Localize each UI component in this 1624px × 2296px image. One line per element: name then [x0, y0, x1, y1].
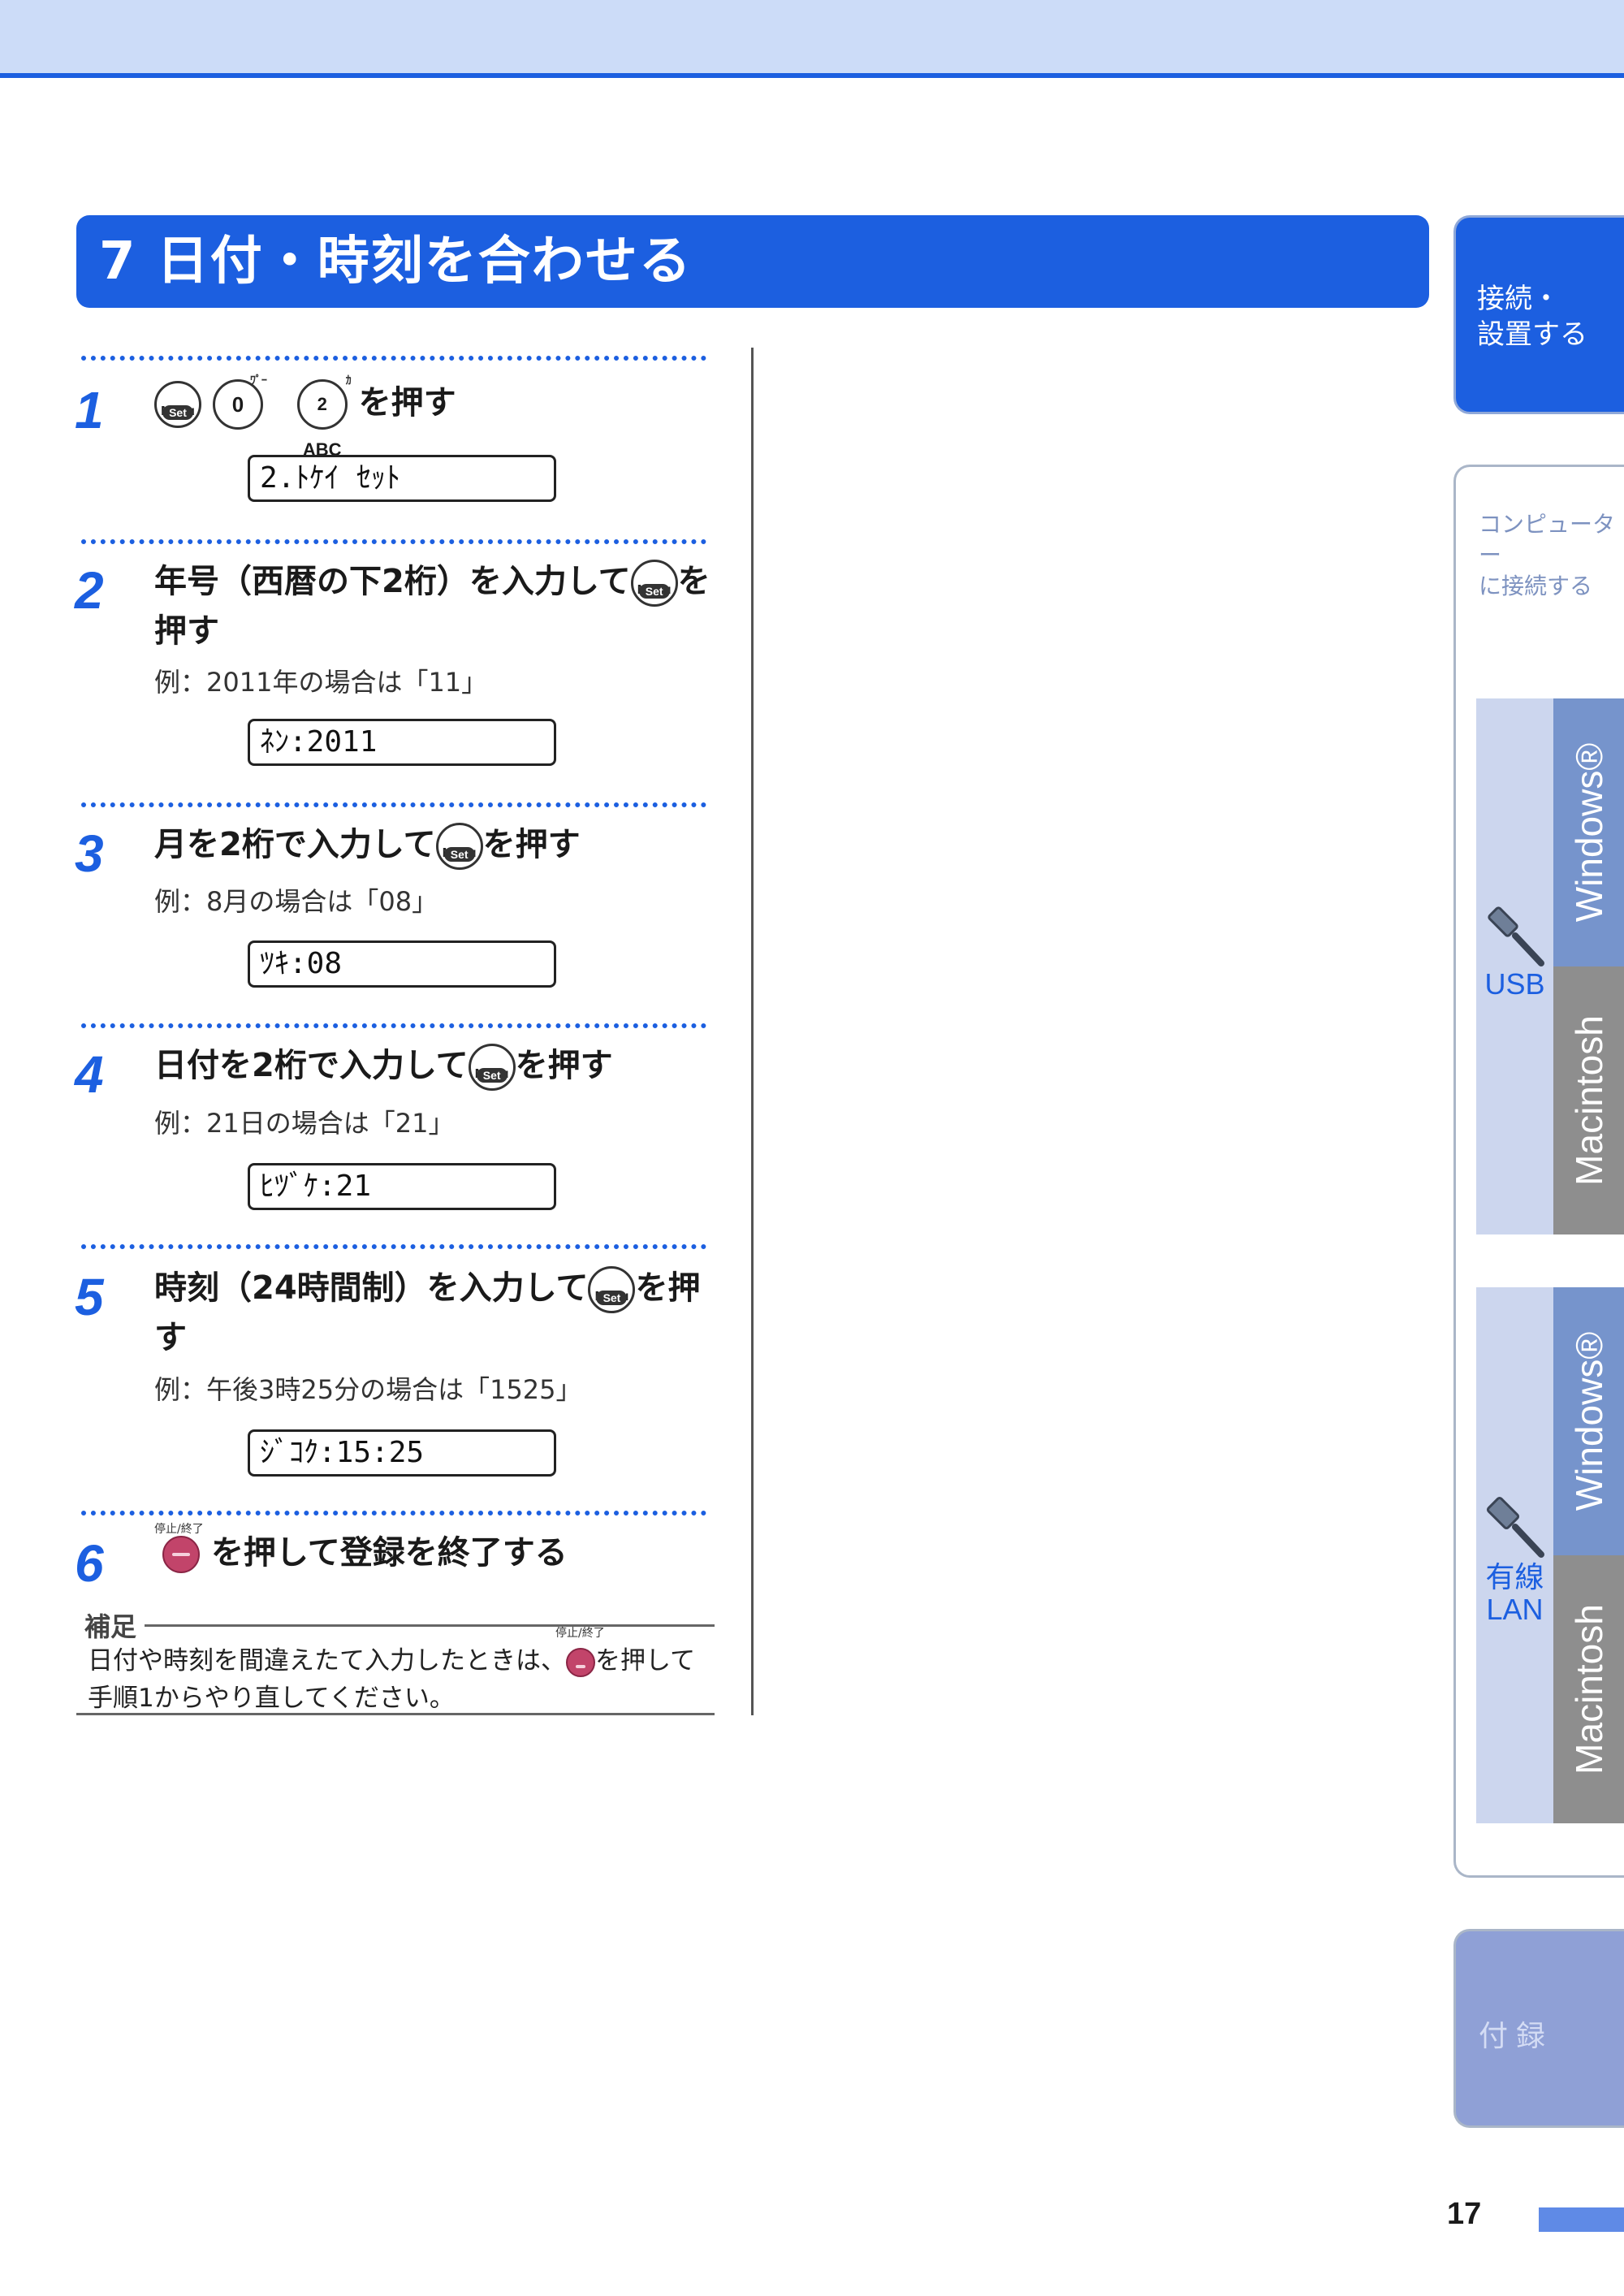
header-rule	[0, 73, 1624, 78]
lan-macintosh-tab[interactable]: Macintosh	[1553, 1555, 1624, 1823]
note-bottom-rule	[76, 1713, 715, 1715]
tab-appendix[interactable]: 付録	[1453, 1929, 1624, 2128]
lcd-display: ﾂｷ:08	[248, 940, 556, 988]
usb-windows-tab[interactable]: Windows®	[1553, 698, 1624, 966]
stop-key-label: 停止/終了	[555, 1627, 605, 1640]
menu-set-key-icon: MenuSet	[468, 1044, 516, 1091]
step-4-text: 日付を2桁で入力してMenuSetを押す	[154, 1041, 613, 1091]
step-number: 2	[75, 561, 104, 620]
step-divider	[81, 802, 706, 807]
menu-set-key-icon: MenuSet	[154, 381, 201, 428]
step-number: 4	[75, 1045, 104, 1104]
step-divider	[81, 1023, 706, 1028]
step-5-text: 時刻（24時間制）を入力してMenuSetを押 す	[154, 1264, 700, 1362]
page-number-bar	[1539, 2207, 1624, 2232]
lcd-display: ﾈﾝ:2011	[248, 719, 556, 766]
menu-set-key-icon: MenuSet	[588, 1266, 636, 1313]
lan-cable-icon	[1486, 1496, 1544, 1558]
step-number: 3	[75, 824, 104, 883]
supplement-text: 日付や時刻を間違えたて入力したときは、 を押して 手順1からやり直してください。	[88, 1646, 696, 1713]
menu-set-key-icon: MenuSet	[630, 560, 678, 607]
section-number: 7	[99, 231, 137, 292]
supplement-note: 補足 停止/終了 日付や時刻を間違えたて入力したときは、 を押して 手順1からやり…	[76, 1606, 715, 1715]
stop-exit-key-icon	[162, 1536, 200, 1573]
section-title-text: 日付・時刻を合わせる	[156, 231, 693, 292]
step-3-text: 月を2桁で入力してMenuSetを押す	[154, 820, 581, 870]
step-example: 例：8月の場合は「08」	[154, 886, 438, 917]
step-divider	[81, 356, 706, 361]
menu-set-key-icon: MenuSet	[435, 823, 483, 870]
step-6-text: を押して登録を終了する	[162, 1529, 568, 1577]
step-1-text: MenuSet 0ﾜﾟｰ 2 ABCｶ を押す	[154, 374, 456, 460]
supplement-badge: 補足	[76, 1606, 145, 1644]
lcd-display: 2.ﾄｹｲ ｾｯﾄ	[248, 455, 556, 502]
step-number: 6	[75, 1534, 104, 1593]
lcd-display: ｼﾞｺｸ:15:25	[248, 1429, 556, 1477]
note-top-rule	[76, 1624, 715, 1627]
step-1-instruction: を押す	[358, 384, 456, 422]
step-example: 例：21日の場合は「21」	[154, 1108, 455, 1139]
step-number: 1	[75, 381, 104, 439]
step-2-text: 年号（西暦の下2桁）を入力してMenuSetを 押す	[154, 557, 710, 655]
step-example: 例：午後3時25分の場合は「1525」	[154, 1374, 582, 1405]
lcd-display: ﾋﾂﾞｹ:21	[248, 1163, 556, 1210]
tab-connect-setup[interactable]: 接続・ 設置する	[1453, 215, 1624, 414]
step-number: 5	[75, 1268, 104, 1326]
usb-macintosh-tab[interactable]: Macintosh	[1553, 966, 1624, 1234]
lan-label: 有線 LAN	[1485, 1560, 1544, 1626]
section-title-bar: 7 日付・時刻を合わせる	[76, 215, 1429, 308]
key-0-icon: 0 ﾜﾟｰ	[212, 374, 267, 430]
step-example: 例：2011年の場合は「11」	[154, 667, 488, 698]
lan-windows-tab[interactable]: Windows®	[1553, 1287, 1624, 1555]
step-divider	[81, 1244, 706, 1249]
step-divider	[81, 1511, 706, 1516]
usb-cable-icon	[1488, 906, 1544, 966]
key-2-icon: 2 ABC ｶ	[296, 374, 352, 460]
column-divider	[751, 348, 754, 1715]
section-title: 7 日付・時刻を合わせる	[99, 215, 693, 308]
header-band	[0, 0, 1624, 73]
step-divider	[81, 539, 706, 544]
usb-label: USB	[1484, 967, 1545, 1001]
stop-exit-key-icon	[566, 1647, 595, 1677]
page-number: 17	[1447, 2197, 1482, 2231]
